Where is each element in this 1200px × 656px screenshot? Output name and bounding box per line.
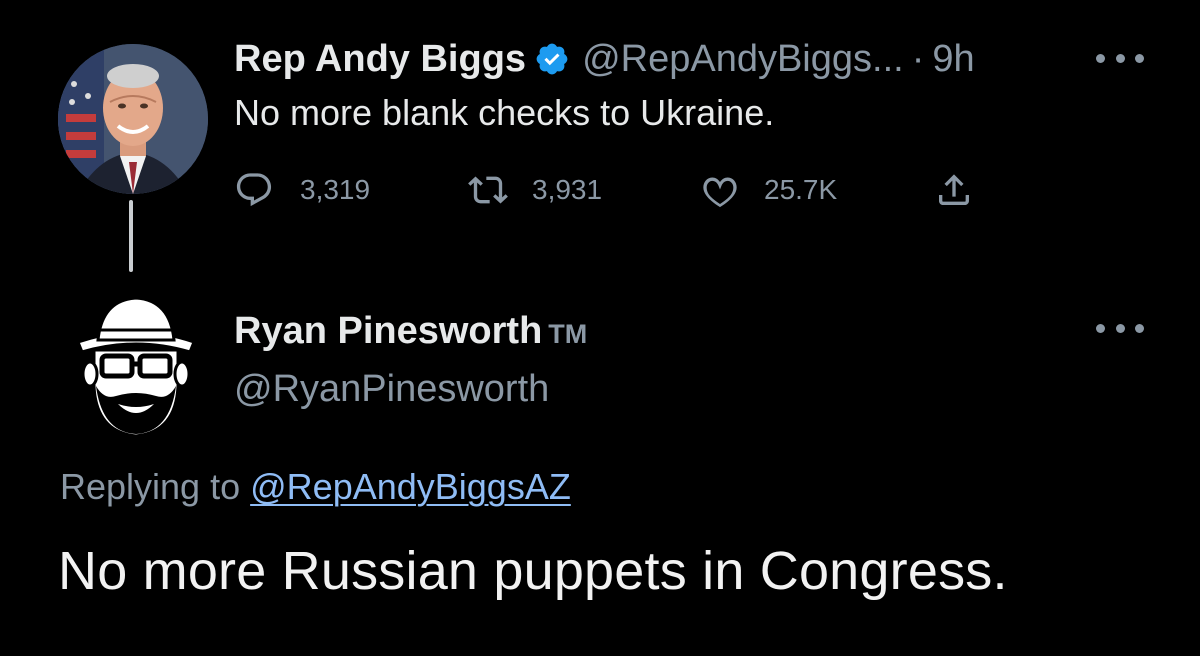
replying-to-link[interactable]: @RepAndyBiggsAZ — [250, 466, 571, 507]
parent-tweet-header: Rep Andy Biggs @RepAndyBiggs... · 9h — [234, 34, 975, 84]
reply-icon — [234, 170, 274, 210]
reply-button[interactable]: 3,319 — [234, 168, 370, 212]
author-name[interactable]: Rep Andy Biggs — [234, 38, 526, 81]
retweet-icon — [466, 170, 510, 210]
separator-dot: · — [911, 37, 925, 80]
like-count: 25.7K — [764, 174, 838, 205]
author-handle[interactable]: @RepAndyBiggs... — [582, 38, 904, 81]
share-button[interactable] — [934, 168, 974, 212]
thread-connector-line — [129, 200, 133, 272]
cartoon-avatar-illustration — [76, 296, 196, 438]
reply-author-header: Ryan Pinesworth TM — [234, 310, 587, 353]
avatar-ryan-pinesworth[interactable] — [72, 282, 200, 442]
parent-tweet-text: No more blank checks to Ukraine. — [234, 92, 775, 133]
avatar-photo — [58, 44, 208, 194]
retweet-button[interactable]: 3,931 — [466, 168, 602, 212]
reply-more-options-icon[interactable] — [1096, 318, 1144, 338]
like-button[interactable]: 25.7K — [700, 168, 837, 212]
tweet-action-bar: 3,319 3,931 25.7K — [234, 168, 994, 212]
reply-author-handle[interactable]: @RyanPinesworth — [234, 368, 549, 411]
like-icon — [700, 170, 740, 210]
retweet-count: 3,931 — [532, 174, 603, 205]
share-icon — [934, 170, 974, 210]
more-options-icon[interactable] — [1096, 48, 1144, 68]
reply-count: 3,319 — [300, 174, 371, 205]
reply-tweet-text: No more Russian puppets in Congress. — [58, 541, 1008, 601]
verified-badge-icon — [534, 41, 570, 77]
trademark-suffix: TM — [548, 319, 588, 349]
replying-to-label: Replying to — [60, 466, 241, 507]
replying-to-line: Replying to @RepAndyBiggsAZ — [60, 466, 571, 508]
reply-author-name[interactable]: Ryan Pinesworth — [234, 310, 542, 353]
avatar-rep-andy-biggs[interactable] — [58, 44, 208, 194]
tweet-timestamp[interactable]: 9h — [932, 38, 974, 81]
